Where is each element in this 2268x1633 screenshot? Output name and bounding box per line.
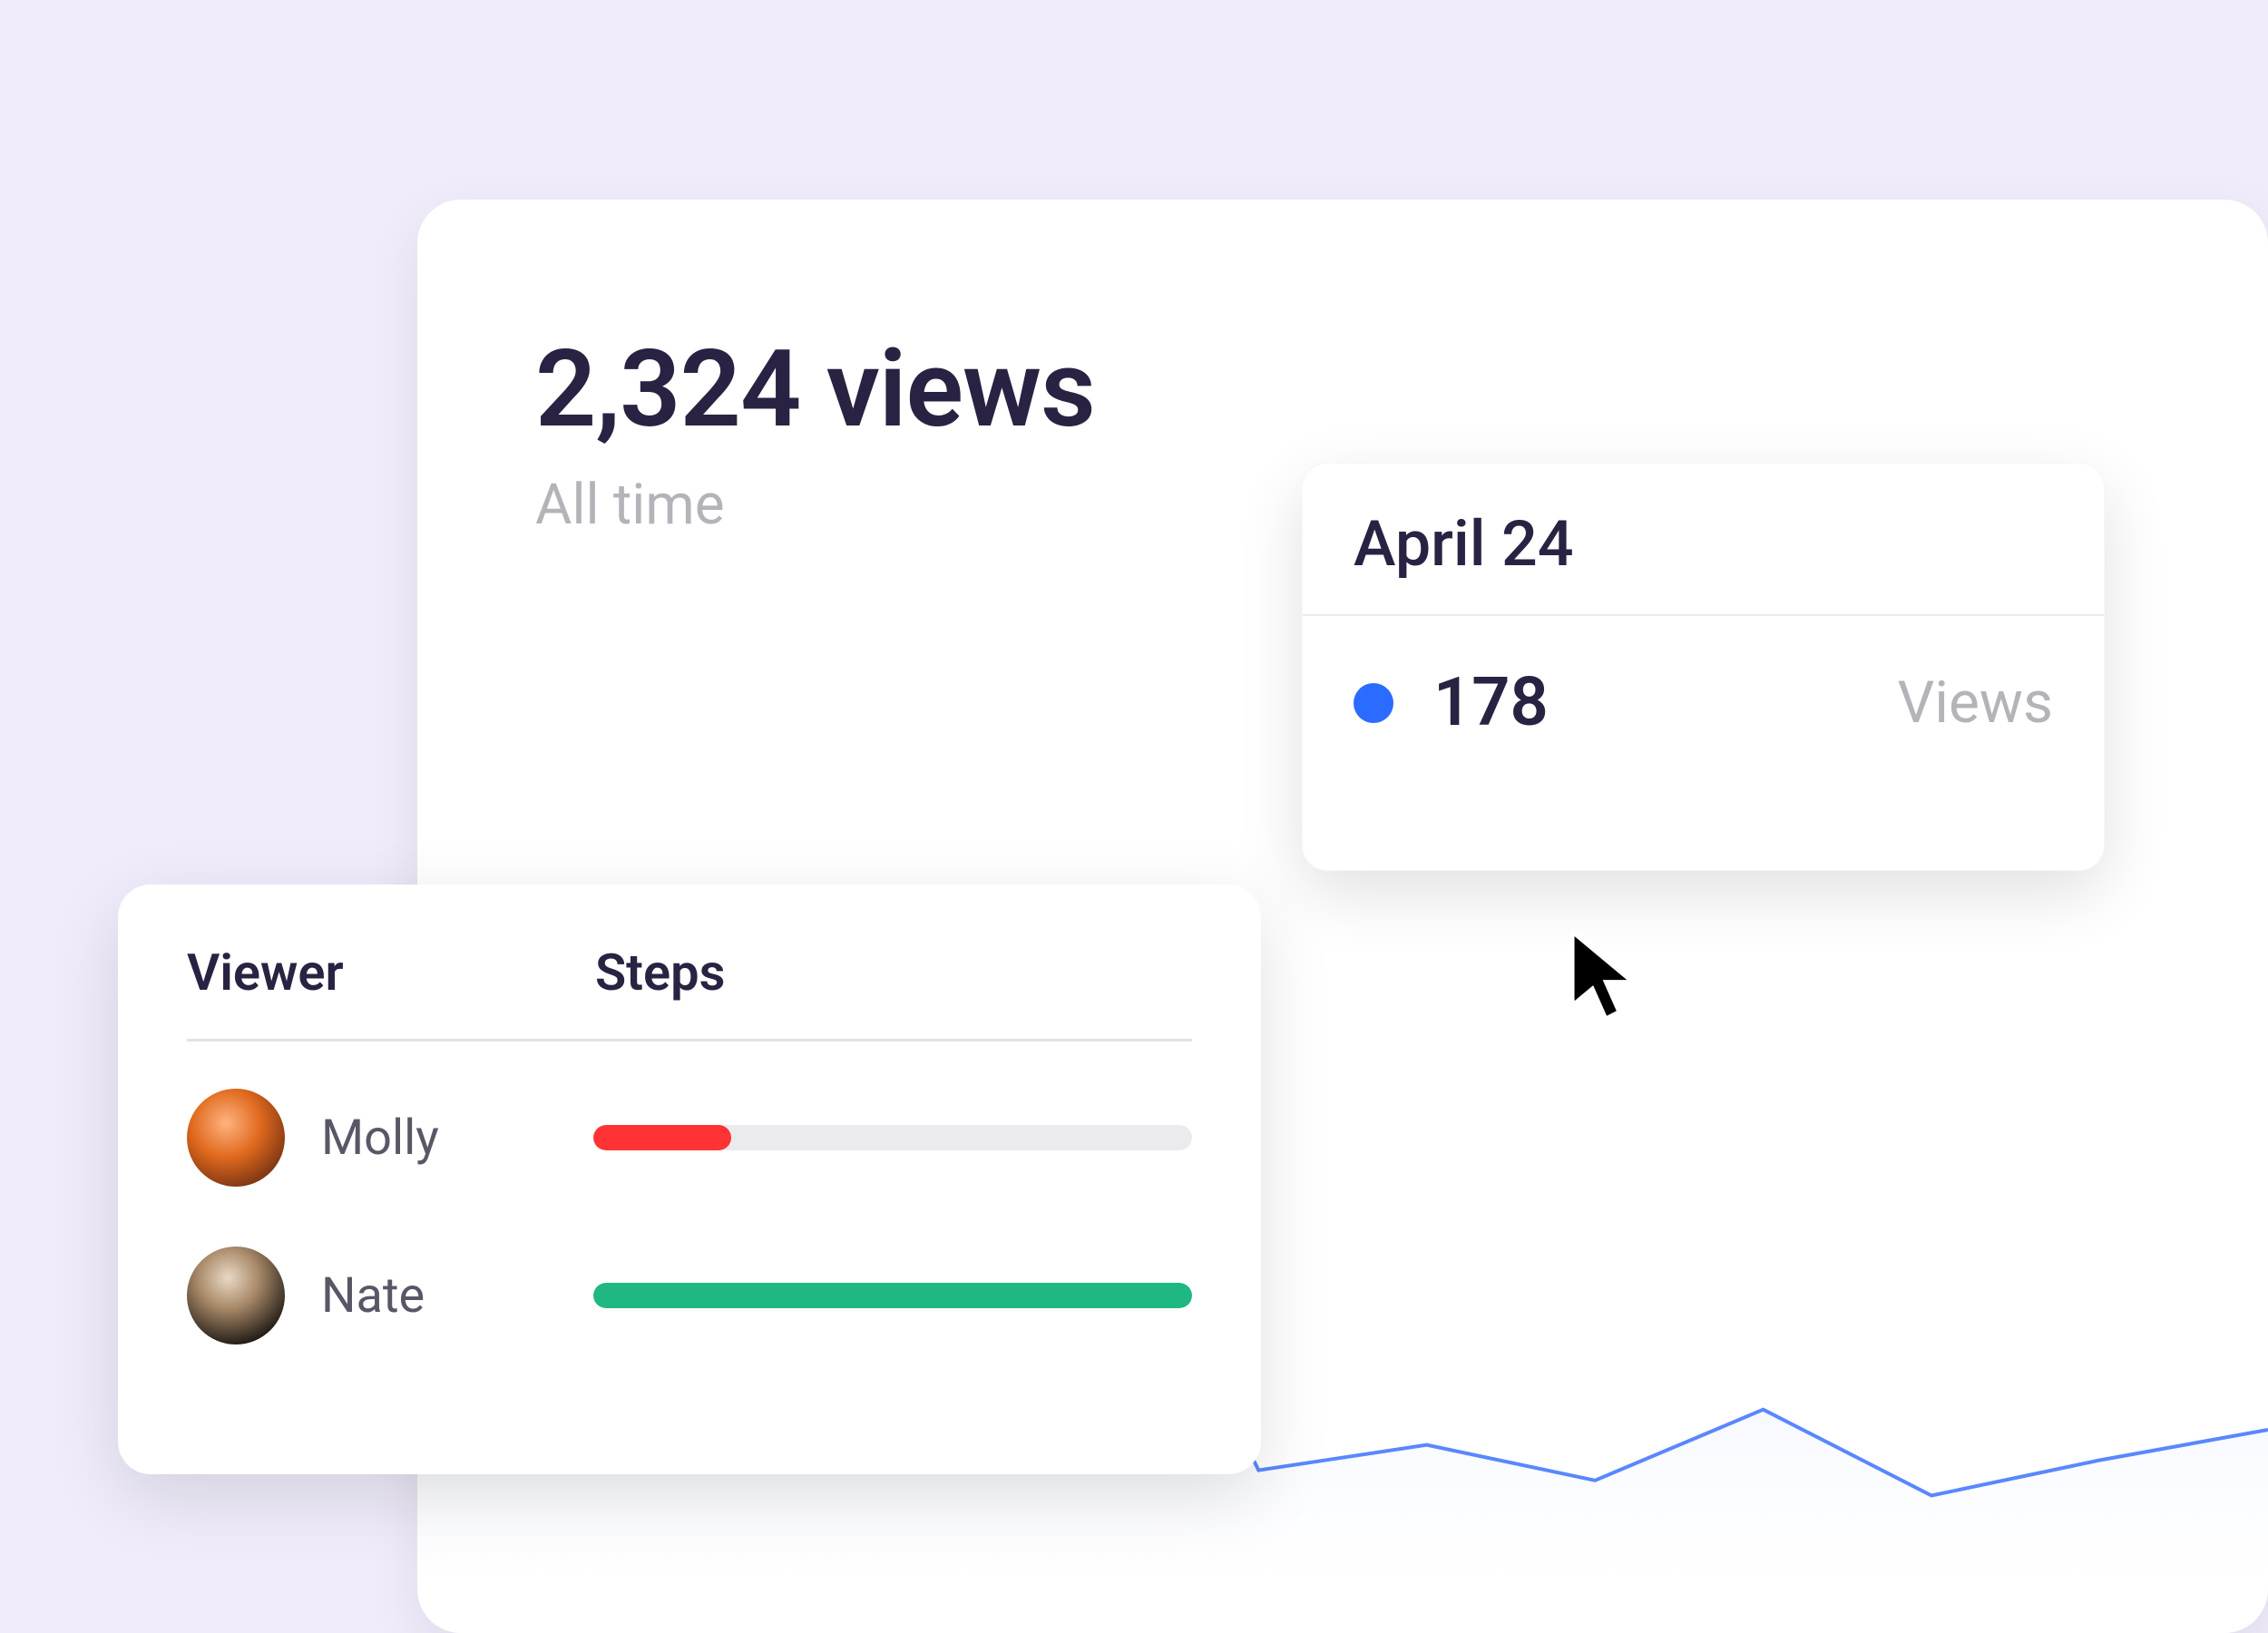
views-period-subtitle: All time (535, 472, 725, 538)
tooltip-date: April 24 (1303, 464, 2104, 616)
avatar (187, 1089, 285, 1187)
steps-progress-bar (593, 1283, 1192, 1308)
table-row[interactable]: Nate (187, 1247, 1192, 1345)
chart-tooltip: April 24 178 Views (1302, 463, 2105, 871)
table-row[interactable]: Molly (187, 1089, 1192, 1187)
column-header-steps: Steps (595, 943, 1192, 1002)
views-total-title: 2,324 views (535, 327, 1095, 452)
cursor-pointer-icon (1565, 925, 1647, 1025)
viewer-steps-card: Viewer Steps Molly Nate (118, 885, 1261, 1474)
tooltip-value: 178 (1433, 663, 1549, 742)
series-color-dot (1354, 683, 1393, 723)
column-header-viewer: Viewer (187, 943, 595, 1002)
avatar (187, 1247, 285, 1345)
tooltip-metric-label: Views (1898, 669, 2053, 737)
steps-progress-bar (593, 1125, 1192, 1150)
viewer-name: Nate (321, 1267, 425, 1325)
viewer-name: Molly (321, 1110, 439, 1167)
